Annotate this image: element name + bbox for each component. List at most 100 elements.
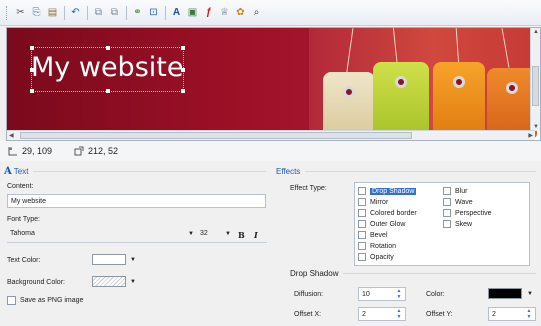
background-color-label: Background Color: — [7, 279, 65, 286]
horizontal-scroll-thumb[interactable] — [20, 132, 412, 139]
paste-icon[interactable]: ▤ — [45, 5, 60, 21]
resize-icon[interactable]: ⊡ — [146, 5, 161, 21]
content-input[interactable]: My website — [7, 194, 266, 208]
text-properties-panel: A Text Content: My website Font Type: Ta… — [0, 163, 272, 326]
scroll-right-icon[interactable]: ▶ — [528, 132, 533, 139]
effect-checkbox[interactable] — [443, 198, 451, 206]
shadow-color-label: Color: — [426, 291, 445, 298]
effect-checkbox[interactable] — [358, 220, 366, 228]
save-png-checkbox[interactable] — [7, 296, 16, 305]
vertical-scrollbar[interactable]: ▲ ▼ — [530, 28, 540, 131]
effect-perspective[interactable]: Perspective — [443, 208, 492, 218]
effect-label: Opacity — [370, 253, 394, 261]
effect-label: Wave — [455, 198, 473, 206]
effects-section-header: Effects — [276, 165, 536, 177]
website-banner[interactable]: My website — [7, 28, 537, 140]
flash-icon[interactable]: ƒ — [201, 5, 216, 21]
position-readout: 29, 109 — [8, 146, 52, 156]
effect-blur[interactable]: Blur — [443, 186, 467, 196]
cut-icon[interactable]: ✂ — [13, 5, 28, 21]
size-icon — [74, 146, 84, 156]
group-icon[interactable]: ⚭ — [130, 5, 145, 21]
background-color-swatch[interactable] — [92, 276, 126, 287]
text-color-label: Text Color: — [7, 257, 41, 264]
shape-icon[interactable]: ♕ — [217, 5, 232, 21]
font-row-divider — [7, 242, 267, 243]
toolbar-separator — [87, 5, 88, 20]
effect-colored-border[interactable]: Colored border — [358, 208, 417, 218]
effect-checkbox[interactable] — [443, 187, 451, 195]
effect-opacity[interactable]: Opacity — [358, 252, 394, 262]
banner-title-text[interactable]: My website — [31, 52, 183, 83]
effect-type-label: Effect Type: — [290, 185, 327, 192]
toolbar-grip[interactable] — [6, 5, 9, 20]
main-toolbar: ✂ ⎘ ▤ ↶ ⧉ ⧉ ⚭ ⊡ A ▣ ƒ ♕ ✿ ⌕ — [0, 0, 541, 26]
toolbar-separator — [165, 5, 166, 20]
shadow-color-dropdown-icon[interactable]: ▼ — [527, 291, 533, 297]
find-icon[interactable]: ⌕ — [249, 5, 264, 21]
send-backward-icon[interactable]: ⧉ — [107, 5, 122, 21]
effect-skew[interactable]: Skew — [443, 219, 472, 229]
effects-section-title: Effects — [276, 166, 301, 176]
effect-outer-glow[interactable]: Outer Glow — [358, 219, 405, 229]
effect-label: Rotation — [370, 242, 397, 250]
position-value: 29, 109 — [22, 146, 53, 156]
effect-checkbox[interactable] — [358, 242, 366, 250]
background-color-dropdown-icon[interactable]: ▼ — [130, 279, 136, 285]
effect-type-list[interactable]: Drop Shadow Mirror Colored border Outer … — [354, 182, 530, 266]
drop-shadow-title: Drop Shadow — [290, 268, 339, 278]
effect-drop-shadow[interactable]: Drop Shadow — [358, 186, 417, 196]
font-type-label: Font Type: — [7, 216, 40, 223]
text-color-dropdown-icon[interactable]: ▼ — [130, 257, 136, 263]
toolbar-separator — [126, 5, 127, 20]
design-canvas[interactable]: My website ▲ ▼ ◀ ▶ — [6, 27, 541, 141]
content-label: Content: — [7, 183, 34, 190]
offset-y-label: Offset Y: — [426, 311, 453, 318]
bold-button[interactable]: B — [238, 230, 245, 240]
offset-x-spinner-icon[interactable]: ▲ ▼ — [395, 308, 403, 320]
effect-label: Blur — [455, 187, 468, 195]
scroll-left-icon[interactable]: ◀ — [9, 132, 14, 139]
offset-x-label: Offset X: — [294, 311, 322, 318]
effect-label: Skew — [455, 220, 473, 228]
offset-y-spinner-icon[interactable]: ▲ ▼ — [525, 308, 533, 320]
effect-checkbox[interactable] — [358, 209, 366, 217]
effect-checkbox[interactable] — [358, 253, 366, 261]
effect-label: Outer Glow — [370, 220, 406, 228]
copy-icon[interactable]: ⎘ — [29, 5, 44, 21]
effect-checkbox[interactable] — [443, 220, 451, 228]
bring-forward-icon[interactable]: ⧉ — [91, 5, 106, 21]
effect-label: Bevel — [370, 231, 388, 239]
effect-bevel[interactable]: Bevel — [358, 230, 388, 240]
effect-wave[interactable]: Wave — [443, 197, 473, 207]
vertical-scroll-thumb[interactable] — [532, 66, 539, 106]
effect-checkbox[interactable] — [358, 198, 366, 206]
status-bar: 29, 109 212, 52 — [0, 141, 541, 161]
diffusion-spinner-icon[interactable]: ▲ ▼ — [395, 288, 403, 300]
effect-mirror[interactable]: Mirror — [358, 197, 388, 207]
text-section-title: Text — [13, 166, 29, 176]
font-type-select[interactable]: Tahoma — [7, 227, 194, 241]
scroll-up-icon[interactable]: ▲ — [533, 29, 539, 35]
shadow-color-swatch[interactable] — [488, 288, 522, 299]
font-size-dropdown-icon[interactable]: ▼ — [225, 231, 231, 237]
font-type-value: Tahoma — [10, 230, 35, 237]
effect-checkbox[interactable] — [358, 187, 366, 195]
text-color-swatch[interactable] — [92, 254, 126, 265]
position-icon — [8, 146, 18, 156]
size-value: 212, 52 — [88, 146, 119, 156]
size-readout: 212, 52 — [74, 146, 118, 156]
text-icon[interactable]: A — [169, 5, 184, 21]
undo-icon[interactable]: ↶ — [68, 5, 83, 21]
clipart-icon[interactable]: ✿ — [233, 5, 248, 21]
effect-checkbox[interactable] — [443, 209, 451, 217]
banner-tags-image — [309, 28, 537, 140]
font-size-value[interactable]: 32 — [200, 230, 208, 237]
effect-checkbox[interactable] — [358, 231, 366, 239]
italic-button[interactable]: I — [254, 230, 258, 240]
effect-label: Colored border — [370, 209, 417, 217]
font-dropdown-icon[interactable]: ▼ — [188, 231, 194, 237]
horizontal-scrollbar[interactable]: ◀ ▶ — [7, 130, 535, 140]
effect-rotation[interactable]: Rotation — [358, 241, 396, 251]
image-icon[interactable]: ▣ — [185, 5, 200, 21]
